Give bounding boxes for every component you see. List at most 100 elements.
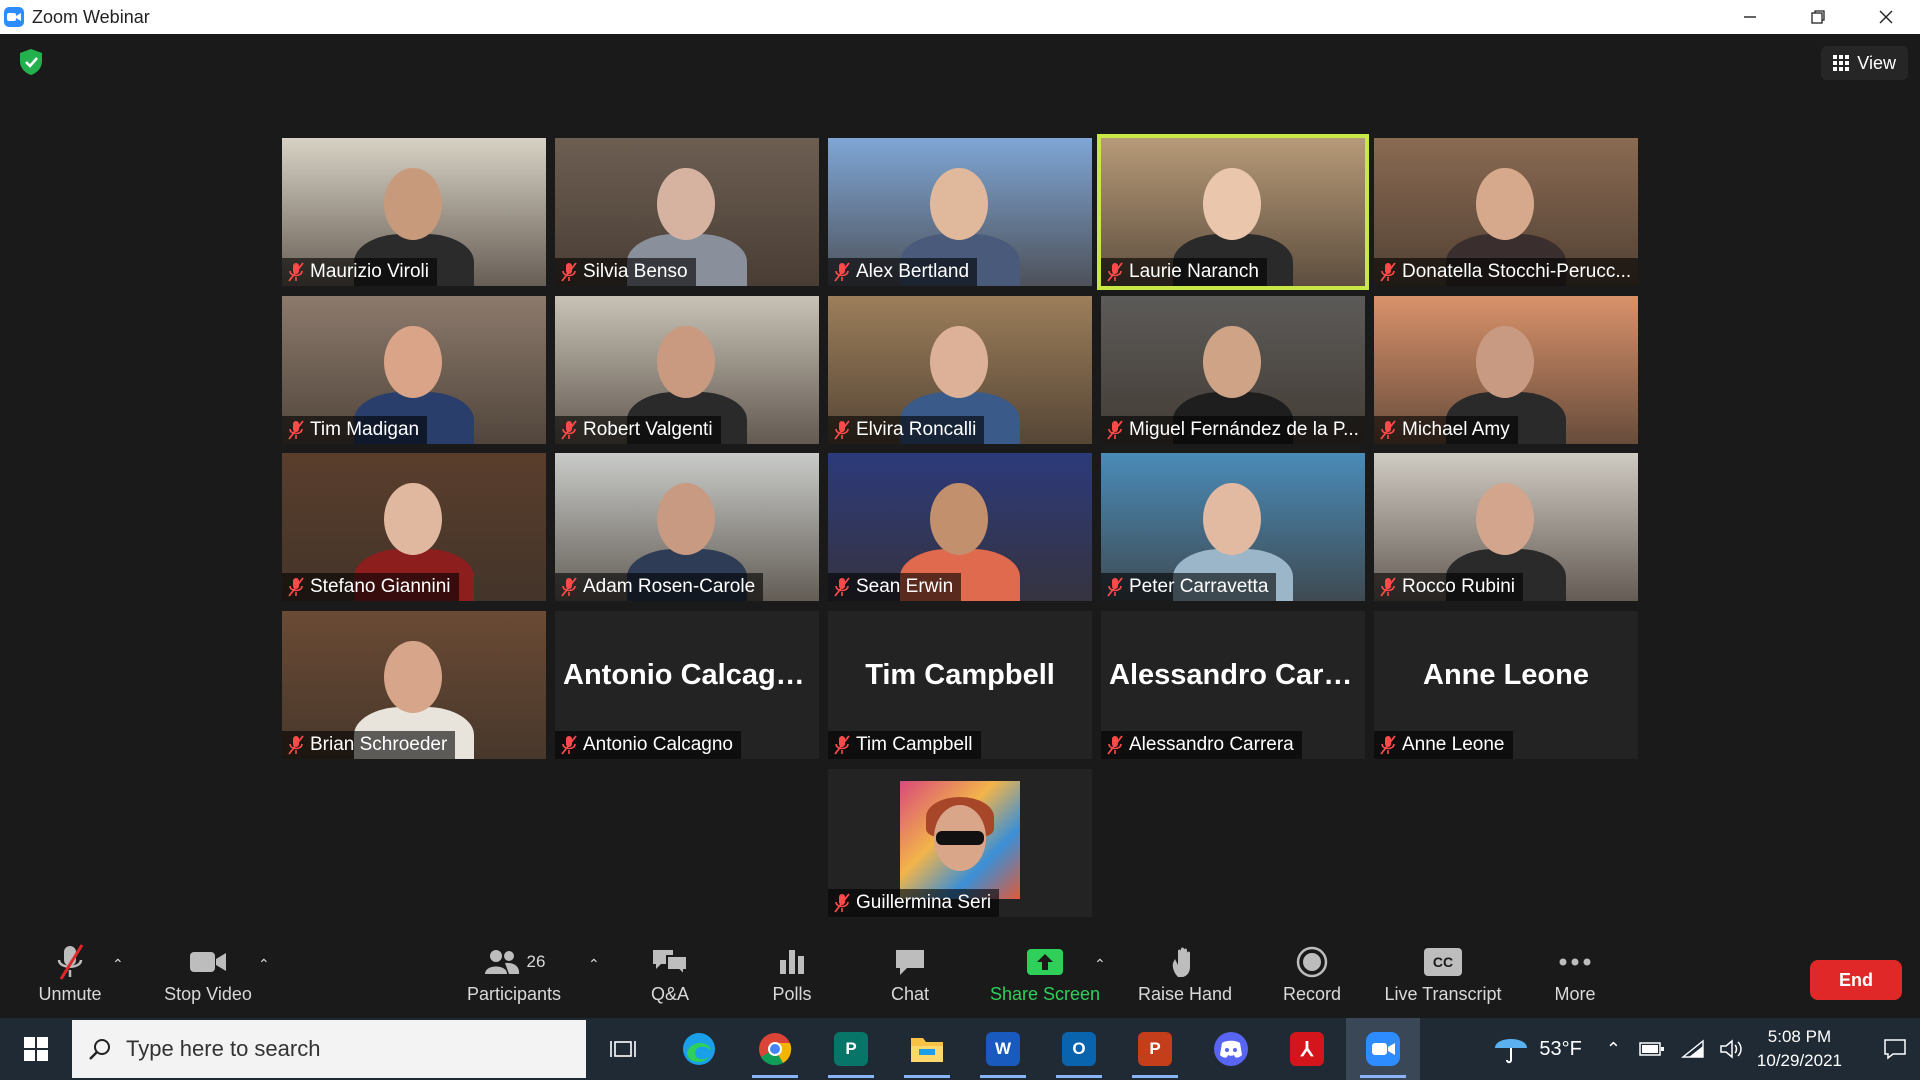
participant-tile[interactable]: Maurizio Viroli	[282, 138, 546, 286]
acrobat-app[interactable]: ⅄	[1270, 1018, 1344, 1080]
stop-video-label: Stop Video	[164, 984, 252, 1004]
edge-app[interactable]	[662, 1018, 736, 1080]
live-transcript-button[interactable]: CC Live Transcript	[1378, 940, 1508, 1018]
participant-display-name: Anne Leone	[1423, 659, 1589, 691]
start-button[interactable]	[0, 1018, 72, 1080]
more-button[interactable]: More	[1545, 940, 1605, 1018]
participant-name: Michael Amy	[1402, 419, 1510, 440]
more-dots-icon	[1559, 958, 1591, 966]
participant-tile[interactable]: Alex Bertland	[828, 138, 1092, 286]
participant-tile[interactable]: Tim Madigan	[282, 296, 546, 444]
participant-nametag: Adam Rosen-Carole	[555, 573, 764, 601]
taskbar-clock[interactable]: 5:08 PM 10/29/2021	[1757, 1025, 1842, 1073]
participant-nametag: Michael Amy	[1374, 416, 1518, 444]
microphone-muted-icon	[561, 735, 577, 755]
participant-nametag: Miguel Fernández de la P...	[1101, 416, 1365, 444]
participant-tile[interactable]: Alessandro Carr... Alessandro Carrera	[1101, 611, 1365, 759]
participant-tile[interactable]: Guillermina Seri	[828, 769, 1092, 917]
zoom-app-icon	[4, 7, 24, 27]
weather-temperature[interactable]: 53°F	[1539, 1038, 1581, 1061]
polls-icon	[780, 950, 804, 974]
audio-options-chevron-icon[interactable]: ⌃	[112, 956, 124, 973]
participant-name: Anne Leone	[1402, 734, 1505, 755]
weather-umbrella-icon[interactable]	[1491, 1032, 1531, 1066]
chat-button[interactable]: Chat	[880, 940, 940, 1018]
participant-tile[interactable]: Antonio Calcagno Antonio Calcagno	[555, 611, 819, 759]
outlook-app[interactable]: O	[1042, 1018, 1116, 1080]
participants-chevron-icon[interactable]: ⌃	[588, 956, 600, 973]
wifi-icon[interactable]	[1680, 1039, 1705, 1059]
search-icon	[89, 1039, 110, 1060]
polls-button[interactable]: Polls	[762, 940, 822, 1018]
publisher-app[interactable]: P	[814, 1018, 888, 1080]
microphone-muted-icon	[561, 262, 577, 282]
participant-nametag: Donatella Stocchi-Perucc...	[1374, 258, 1638, 286]
participant-nametag: Alex Bertland	[828, 258, 978, 286]
microphone-muted-icon	[1107, 735, 1123, 755]
participant-tile[interactable]: Sean Erwin	[828, 453, 1092, 601]
chat-label: Chat	[890, 984, 930, 1004]
participant-tile[interactable]: Michael Amy	[1374, 296, 1638, 444]
word-app[interactable]: W	[966, 1018, 1040, 1080]
record-label: Record	[1282, 984, 1342, 1004]
microphone-muted-icon	[1380, 420, 1396, 440]
powerpoint-app[interactable]: P	[1118, 1018, 1192, 1080]
share-options-chevron-icon[interactable]: ⌃	[1094, 956, 1106, 973]
zoom-app[interactable]	[1346, 1018, 1420, 1080]
microphone-muted-icon	[288, 577, 304, 597]
volume-icon[interactable]	[1719, 1038, 1743, 1060]
view-button[interactable]: View	[1821, 46, 1908, 80]
raise-hand-button[interactable]: Raise Hand	[1130, 940, 1240, 1018]
video-options-chevron-icon[interactable]: ⌃	[258, 956, 270, 973]
participant-name: Alex Bertland	[856, 261, 970, 282]
action-center-button[interactable]	[1870, 1018, 1920, 1080]
clock-date: 10/29/2021	[1756, 1051, 1842, 1070]
participant-tile[interactable]: Peter Carravetta	[1101, 453, 1365, 601]
participant-tile[interactable]: Donatella Stocchi-Perucc...	[1374, 138, 1638, 286]
participant-tile[interactable]: Robert Valgenti	[555, 296, 819, 444]
participant-tile[interactable]: Rocco Rubini	[1374, 453, 1638, 601]
file-explorer-app[interactable]	[890, 1018, 964, 1080]
participant-tile[interactable]: Tim Campbell Tim Campbell	[828, 611, 1092, 759]
task-view-button[interactable]	[586, 1018, 660, 1080]
participant-tile[interactable]: Laurie Naranch	[1097, 134, 1369, 290]
chat-icon	[896, 950, 924, 975]
edge-icon	[683, 1033, 715, 1065]
participant-display-name: Alessandro Carr...	[1109, 659, 1358, 691]
taskbar-search-box[interactable]: Type here to search	[72, 1020, 586, 1078]
participants-label: Participants	[466, 984, 562, 1004]
minimize-button[interactable]	[1716, 0, 1784, 34]
discord-app[interactable]	[1194, 1018, 1268, 1080]
close-window-button[interactable]	[1852, 0, 1920, 34]
unmute-button[interactable]: Unmute	[30, 940, 110, 1018]
participant-tile[interactable]: Adam Rosen-Carole	[555, 453, 819, 601]
qa-button[interactable]: Q&A	[640, 940, 700, 1018]
microphone-muted-icon	[834, 893, 850, 913]
participants-button[interactable]: 26 Participants	[464, 940, 564, 1018]
show-hidden-icons-chevron-icon[interactable]: ⌃	[1606, 1039, 1621, 1060]
participant-name: Stefano Giannini	[310, 576, 451, 597]
participant-tile[interactable]: Elvira Roncalli	[828, 296, 1092, 444]
record-button[interactable]: Record	[1272, 940, 1352, 1018]
participant-name: Donatella Stocchi-Perucc...	[1402, 261, 1632, 282]
participant-name: Tim Campbell	[856, 734, 973, 755]
chrome-app[interactable]	[738, 1018, 812, 1080]
battery-icon[interactable]	[1639, 1040, 1665, 1058]
participant-tile[interactable]: Miguel Fernández de la P...	[1101, 296, 1365, 444]
publisher-icon: P	[834, 1032, 868, 1066]
stop-video-button[interactable]: Stop Video	[158, 940, 258, 1018]
chrome-icon	[759, 1033, 792, 1066]
restore-button[interactable]	[1784, 0, 1852, 34]
word-icon: W	[986, 1032, 1020, 1066]
more-label: More	[1554, 984, 1596, 1004]
participant-name: Tim Madigan	[310, 419, 420, 440]
participant-tile[interactable]: Anne Leone Anne Leone	[1374, 611, 1638, 759]
participant-tile[interactable]: Silvia Benso	[555, 138, 819, 286]
participant-tile[interactable]: Brian Schroeder	[282, 611, 546, 759]
participant-nametag: Robert Valgenti	[555, 416, 721, 444]
share-screen-button[interactable]: Share Screen	[985, 940, 1105, 1018]
end-meeting-button[interactable]: End	[1810, 960, 1902, 1000]
encryption-shield-icon[interactable]	[18, 48, 44, 76]
microphone-muted-icon	[561, 577, 577, 597]
participant-tile[interactable]: Stefano Giannini	[282, 453, 546, 601]
